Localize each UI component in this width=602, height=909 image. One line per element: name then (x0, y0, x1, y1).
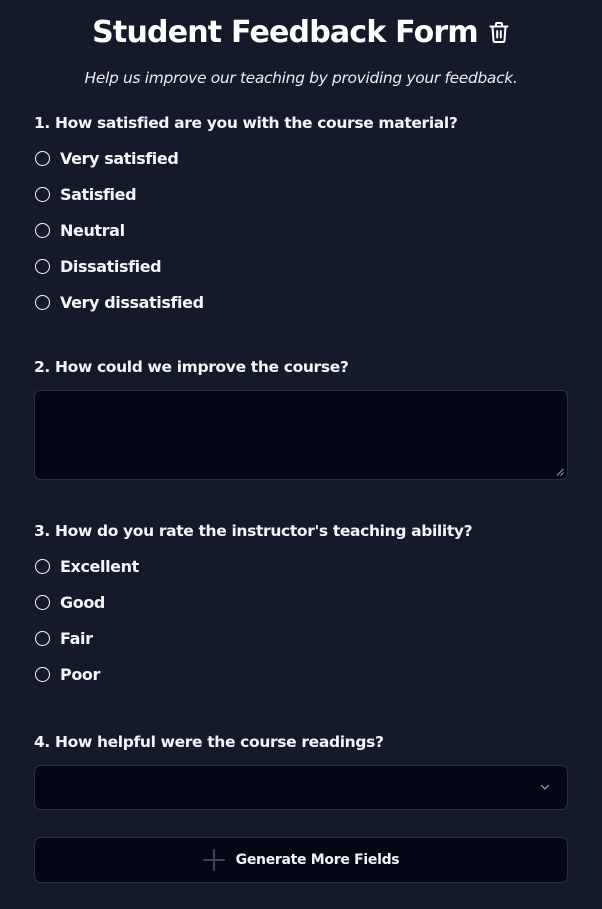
radio-button[interactable] (35, 558, 50, 574)
improvement-textarea[interactable] (35, 391, 567, 479)
generate-button-label: Generate More Fields (235, 852, 400, 868)
q1-option-neutral[interactable]: Neutral (34, 212, 568, 248)
q3-option-fair[interactable]: Fair (34, 620, 568, 656)
option-label: Fair (60, 628, 93, 648)
radio-button[interactable] (35, 258, 50, 274)
q1-option-very-dissatisfied[interactable]: Very dissatisfied (34, 284, 568, 320)
generate-more-fields-button[interactable]: Generate More Fields (34, 837, 568, 883)
question-3-options: Excellent Good Fair Poor (34, 548, 568, 692)
improvement-textarea-wrapper (34, 390, 568, 480)
radio-button[interactable] (35, 666, 50, 682)
resize-handle-icon[interactable] (556, 468, 564, 476)
feedback-form-page: Student Feedback Form Help us improve ou… (0, 0, 602, 909)
chevron-down-icon (540, 784, 550, 790)
form-subtitle: Help us improve our teaching by providin… (84, 69, 518, 87)
question-3-label: 3. How do you rate the instructor's teac… (34, 522, 473, 540)
radio-button[interactable] (35, 186, 50, 202)
option-label: Good (60, 592, 105, 612)
title-row: Student Feedback Form (34, 0, 568, 64)
option-label: Excellent (60, 556, 139, 576)
option-label: Poor (60, 664, 101, 684)
q3-option-good[interactable]: Good (34, 584, 568, 620)
q1-option-dissatisfied[interactable]: Dissatisfied (34, 248, 568, 284)
option-label: Very satisfied (60, 148, 179, 168)
question-1-label: 1. How satisfied are you with the course… (34, 114, 458, 132)
radio-button[interactable] (35, 294, 50, 310)
question-2-label: 2. How could we improve the course? (34, 358, 349, 376)
q3-option-poor[interactable]: Poor (34, 656, 568, 692)
radio-button[interactable] (35, 594, 50, 610)
option-label: Satisfied (60, 184, 137, 204)
option-label: Dissatisfied (60, 256, 162, 276)
page-title: Student Feedback Form (92, 14, 479, 50)
question-1-options: Very satisfied Satisfied Neutral Dissati… (34, 140, 568, 320)
readings-select[interactable] (34, 765, 568, 810)
option-label: Neutral (60, 220, 125, 240)
radio-button[interactable] (35, 630, 50, 646)
plus-icon (202, 849, 225, 871)
radio-button[interactable] (35, 222, 50, 238)
radio-button[interactable] (35, 150, 50, 166)
question-4-label: 4. How helpful were the course readings? (34, 733, 384, 751)
trash-icon[interactable] (488, 20, 510, 44)
q3-option-excellent[interactable]: Excellent (34, 548, 568, 584)
q1-option-very-satisfied[interactable]: Very satisfied (34, 140, 568, 176)
option-label: Very dissatisfied (60, 292, 204, 312)
q1-option-satisfied[interactable]: Satisfied (34, 176, 568, 212)
